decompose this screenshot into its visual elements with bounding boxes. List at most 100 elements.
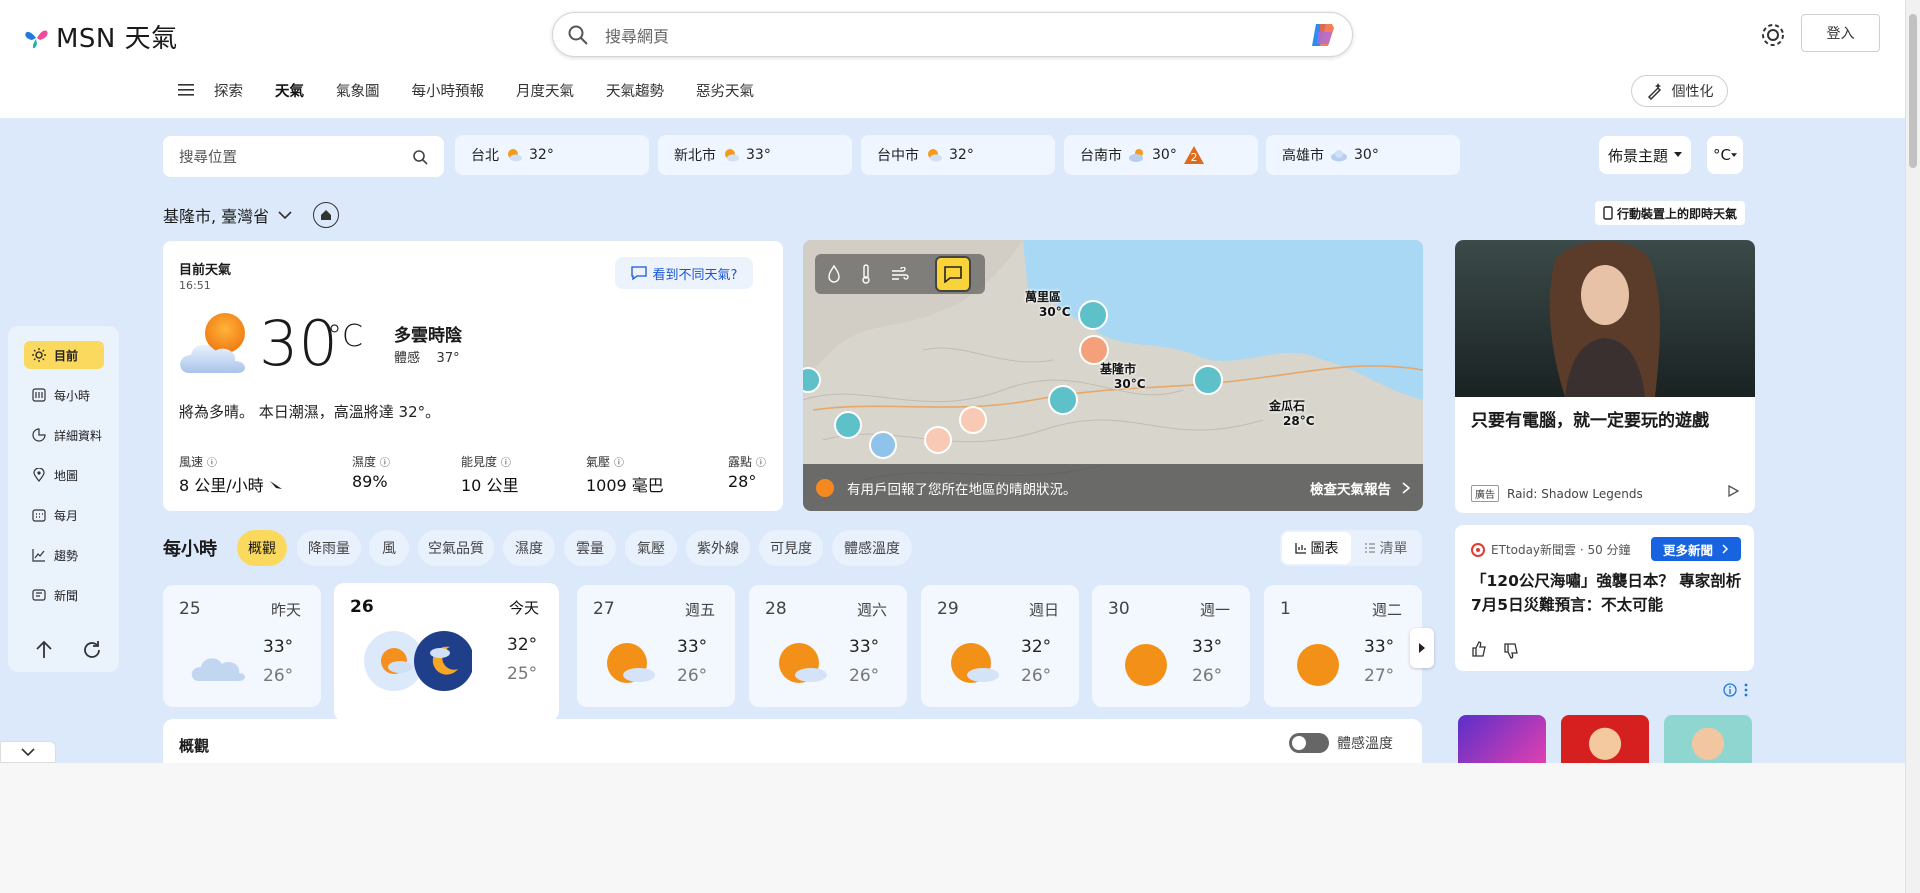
ad-title[interactable]: 只要有電腦，就一定要玩的遊戲 [1471,406,1709,431]
pen-sparkle-icon [1647,83,1661,100]
nav-hourly[interactable]: 每小時預報 [412,80,485,101]
refresh-icon[interactable] [80,638,104,662]
tab-visibility[interactable]: 可見度 [759,530,823,566]
current-time: 16:51 [179,279,211,292]
tab-humidity[interactable]: 濕度 [503,530,555,566]
section-sidenav: 目前 每小時 詳細資料 地圖 每月 趨勢 新聞 [8,326,119,672]
sidenav-monthly[interactable]: 每月 [24,501,104,529]
news-card[interactable]: ETtoday新聞雲 · 50 分鐘 更多新聞 「120公尺海嘯」強襲日本？ 專… [1455,525,1754,671]
metric-wind[interactable]: 風速 ⓘ 8 公里/小時 [179,453,283,496]
metric-humidity[interactable]: 濕度 ⓘ 89% [352,453,390,491]
sidenav-details[interactable]: 詳細資料 [24,421,104,449]
news-headline[interactable]: 「120公尺海嘯」強襲日本？ 專家剖析7月5日災難預言：不太可能 [1471,569,1743,617]
warning-icon[interactable]: 2 [1183,145,1205,165]
mobile-live-weather-button[interactable]: 行動裝置上的即時天氣 [1595,201,1745,225]
tab-air-quality[interactable]: 空氣品質 [418,530,494,566]
precipitation-icon[interactable] [827,265,841,283]
sun-moon-icon [364,631,472,691]
sidenav-maps[interactable]: 地圖 [24,461,104,489]
info-icon: ⓘ [613,458,624,469]
view-list-button[interactable]: 清單 [1351,532,1420,564]
tab-precipitation[interactable]: 降雨量 [297,530,361,566]
wind-icon[interactable] [891,267,909,281]
home-location-button[interactable] [313,202,340,228]
chevron-right-icon [1402,481,1411,494]
thumbs-down-icon[interactable] [1503,643,1519,659]
city-chip-tainan[interactable]: 台南市 30° 2 [1064,135,1258,175]
nav-severe[interactable]: 惡劣天氣 [696,80,754,101]
tab-feels-like[interactable]: 體感溫度 [832,530,912,566]
day-card-today[interactable]: 26 今天 32° 25° [334,583,559,721]
thumbs-up-icon[interactable] [1471,641,1487,657]
theme-dropdown[interactable]: 佈景主題 [1599,136,1691,174]
info-icon: ⓘ [500,458,511,469]
feels-like-toggle[interactable]: 體感溫度 [1289,733,1393,753]
toggle-switch[interactable] [1289,733,1329,753]
tab-uv[interactable]: 紫外線 [686,530,750,566]
info-icon[interactable] [1723,683,1737,697]
city-chip-kaohsiung[interactable]: 高雄市 30° [1266,135,1460,175]
tab-pressure[interactable]: 氣壓 [625,530,677,566]
more-news-button[interactable]: 更多新聞 [1651,537,1741,561]
day-card-yesterday[interactable]: 25 昨天 33° 26° [163,585,321,707]
adchoices-icon[interactable] [1727,485,1739,497]
sidenav-news[interactable]: 新聞 [24,581,104,609]
location-selector[interactable]: 基隆市, 臺灣省 [163,202,340,228]
day-card-mon[interactable]: 30 週一 33° 26° [1092,585,1250,707]
day-card-tue[interactable]: 1 週二 33° 27° [1264,585,1422,707]
personalize-button[interactable]: 個性化 [1631,75,1728,107]
nav-trends[interactable]: 天氣趨勢 [606,80,664,101]
sidenav-hourly[interactable]: 每小時 [24,381,104,409]
cloud-icon [191,658,245,681]
vertical-scrollbar[interactable] [1905,0,1920,893]
collapse-button[interactable] [0,741,56,763]
next-days-button[interactable] [1410,628,1434,668]
scrollbar-thumb[interactable] [1909,14,1917,168]
thermometer-icon[interactable] [861,264,871,284]
sidenav-current[interactable]: 目前 [24,341,104,369]
more-options-icon[interactable] [1743,683,1749,697]
login-button[interactable]: 登入 [1801,14,1880,52]
tab-cloud-cover[interactable]: 雲量 [564,530,616,566]
hamburger-menu-icon[interactable] [178,83,196,97]
metric-visibility[interactable]: 能見度 ⓘ 10 公里 [461,453,518,496]
day-card-sat[interactable]: 28 週六 33° 26° [749,585,907,707]
game-tile-3[interactable] [1664,715,1752,763]
weather-map[interactable]: 萬里區 30°C 基隆市 30°C 金瓜石 28°C 有用戶回報了您所在地區的晴朗狀況… [803,240,1423,511]
city-chip-taipei[interactable]: 台北 32° [455,135,649,175]
scroll-top-icon[interactable] [32,638,56,662]
city-chip-taichung[interactable]: 台中市 32° [861,135,1055,175]
metric-dew-point[interactable]: 露點 ⓘ 28° [728,453,766,491]
day-card-fri[interactable]: 27 週五 33° 26° [577,585,735,707]
nav-weather-map[interactable]: 氣象圖 [336,80,380,101]
news-source: ETtoday新聞雲 · 50 分鐘 [1471,541,1631,558]
caret-down-icon [1730,152,1737,157]
sidenav-trends[interactable]: 趨勢 [24,541,104,569]
day-card-sun[interactable]: 29 週日 32° 26° [921,585,1079,707]
ad-meta: 廣告 Raid: Shadow Legends [1471,485,1643,502]
game-tile-1[interactable] [1458,715,1546,763]
gear-icon[interactable] [1758,20,1788,50]
web-search-box[interactable]: 搜尋網頁 [552,12,1353,57]
tab-overview[interactable]: 概觀 [237,530,287,566]
day-number: 29 [937,599,959,619]
metric-pressure[interactable]: 氣壓 ⓘ 1009 毫巴 [586,453,664,496]
nav-weather[interactable]: 天氣 [275,80,304,101]
game-tile-2[interactable] [1561,715,1649,763]
feedback-button[interactable]: 看到不同天氣? [615,257,753,289]
tab-wind[interactable]: 風 [369,530,409,566]
nav-explore[interactable]: 探索 [214,80,243,101]
check-report-link[interactable]: 檢查天氣報告 [1310,478,1391,498]
cloud-icon [1331,150,1347,162]
copilot-icon[interactable] [1308,20,1338,50]
top-bar: MSN 天氣 搜尋網頁 登入 探索 天氣 氣象圖 每小時預報 月度天氣 天氣趨勢… [0,0,1905,118]
unit-dropdown[interactable]: °C [1707,136,1743,174]
view-chart-button[interactable]: 圖表 [1282,532,1351,564]
msn-logo[interactable]: MSN 天氣 [22,18,178,55]
location-search-input[interactable]: 搜尋位置 [163,136,444,177]
map-report-banner[interactable]: 有用戶回報了您所在地區的晴朗狀況。 檢查天氣報告 [803,464,1423,511]
map-layer-reports[interactable] [935,256,971,292]
nav-monthly[interactable]: 月度天氣 [516,80,574,101]
city-chip-new-taipei[interactable]: 新北市 33° [658,135,852,175]
ad-card[interactable]: 只要有電腦，就一定要玩的遊戲 廣告 Raid: Shadow Legends [1455,240,1755,513]
